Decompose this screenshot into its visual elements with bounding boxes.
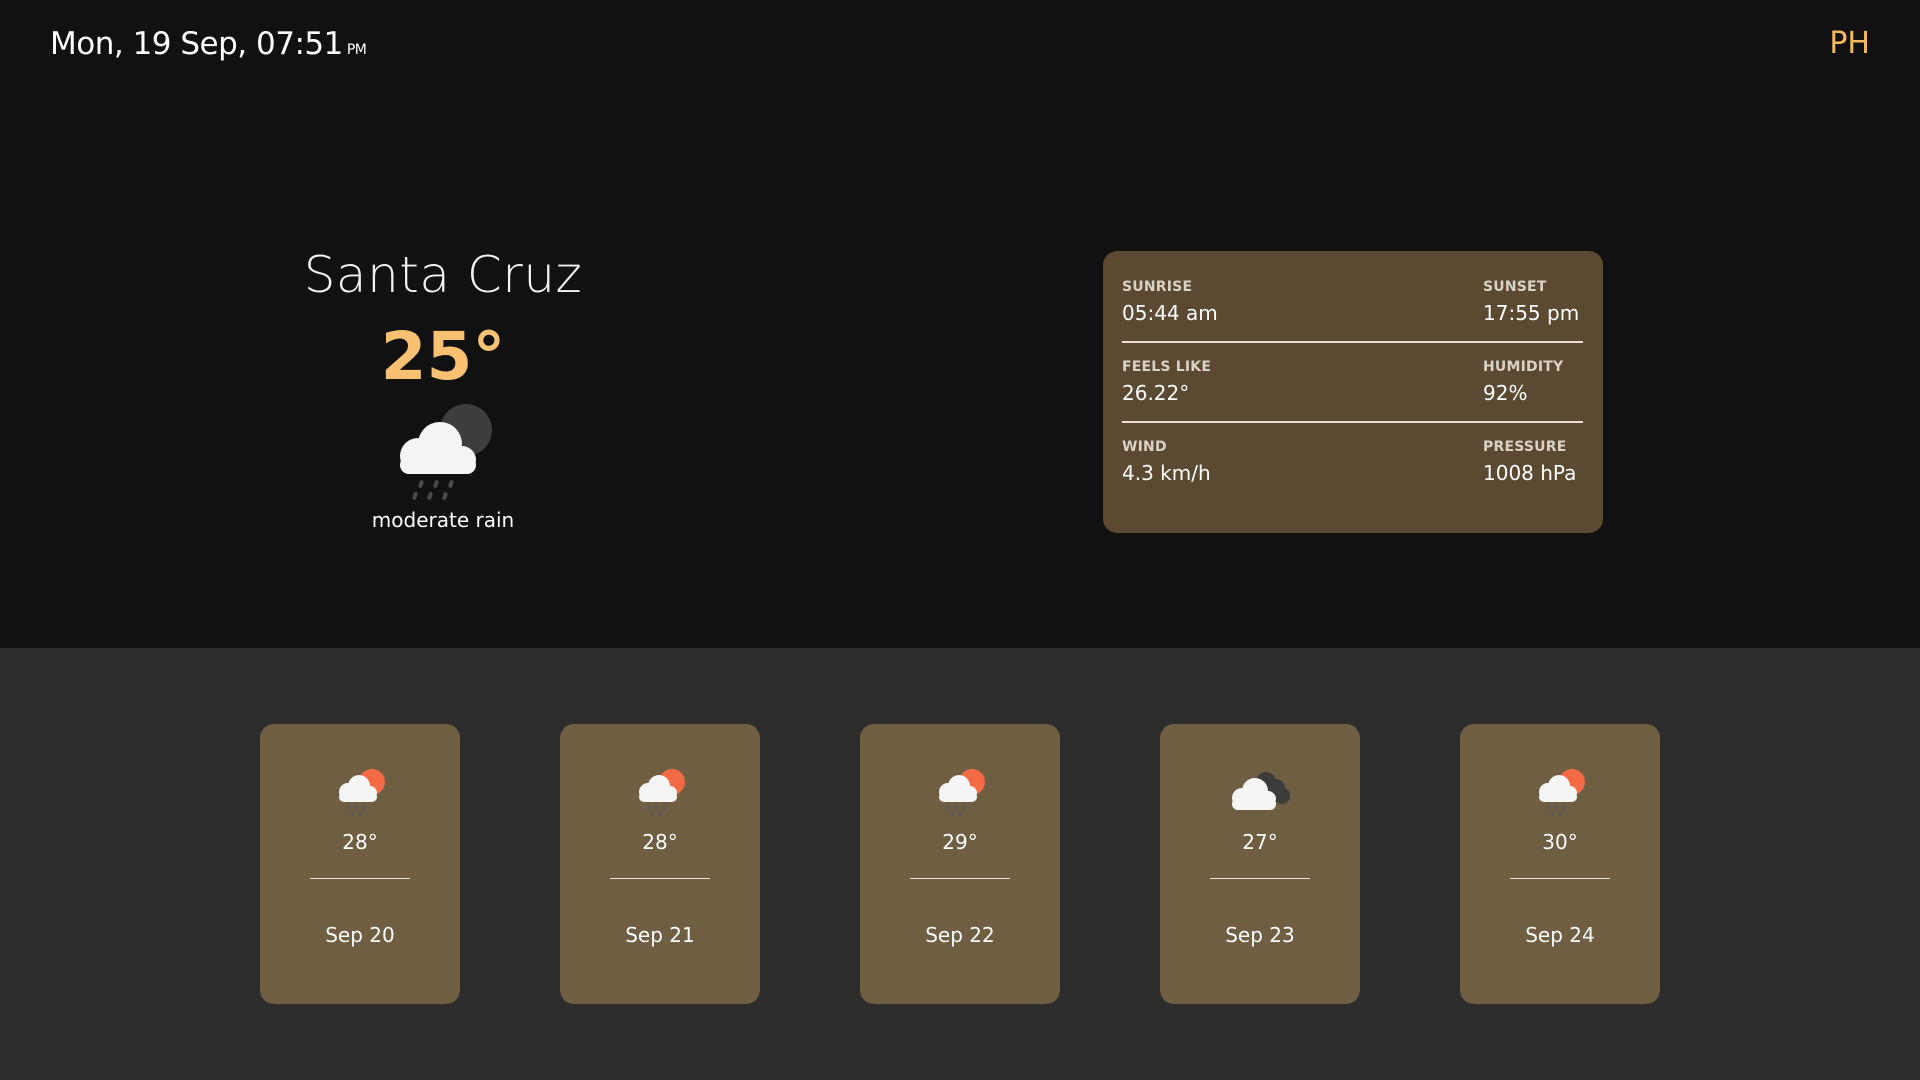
cloud-sun-rain-icon [639, 769, 685, 817]
sunrise-block: SUNRISE 05:44 am [1122, 279, 1353, 341]
datetime-text: Mon, 19 Sep, 07:51 [50, 26, 343, 62]
cloud-sun-rain-icon [939, 769, 985, 817]
sunrise-label: SUNRISE [1122, 279, 1193, 295]
forecast-card[interactable]: 28° Sep 20 [260, 724, 460, 1004]
forecast-date: Sep 21 [625, 923, 695, 947]
forecast-temp: 27° [1242, 830, 1278, 854]
pressure-value: 1008 hPa [1483, 461, 1577, 485]
wind-value: 4.3 km/h [1122, 461, 1211, 485]
forecast-divider [1510, 878, 1610, 879]
details-row-wind: WIND 4.3 km/h PRESSURE 1008 hPa [1122, 423, 1583, 503]
sunset-value: 17:55 pm [1483, 301, 1580, 325]
forecast-temp: 29° [942, 830, 978, 854]
humidity-value: 92% [1483, 381, 1528, 405]
weather-details-panel: SUNRISE 05:44 am SUNSET 17:55 pm FEELS L… [1103, 251, 1603, 533]
forecast-temp: 28° [642, 830, 678, 854]
sunset-label: SUNSET [1483, 279, 1547, 295]
forecast-divider [910, 878, 1010, 879]
current-weather-section: Mon, 19 Sep, 07:51 PM PH Santa Cruz 25° m… [0, 0, 1920, 648]
forecast-card[interactable]: 28° Sep 21 [560, 724, 760, 1004]
cloud-moon-rain-icon [400, 404, 492, 500]
current-summary: Santa Cruz 25° moderate rain [293, 240, 593, 532]
wind-label: WIND [1122, 439, 1167, 455]
cloudy-icon [1232, 772, 1290, 810]
current-temperature: 25° [380, 318, 506, 395]
forecast-date: Sep 20 [325, 923, 395, 947]
city-name: Santa Cruz [303, 246, 583, 304]
forecast-divider [310, 878, 410, 879]
details-row-feel: FEELS LIKE 26.22° HUMIDITY 92% [1122, 343, 1583, 423]
cloud-sun-rain-icon [1539, 769, 1585, 817]
weather-description: moderate rain [371, 508, 515, 532]
forecast-divider [1210, 878, 1310, 879]
forecast-temp: 30° [1542, 830, 1578, 854]
feels-like-value: 26.22° [1122, 381, 1190, 405]
sunset-block: SUNSET 17:55 pm [1483, 279, 1583, 341]
feels-like-block: FEELS LIKE 26.22° [1122, 359, 1353, 421]
humidity-block: HUMIDITY 92% [1483, 359, 1583, 421]
forecast-card[interactable]: 29° Sep 22 [860, 724, 1060, 1004]
sunrise-value: 05:44 am [1122, 301, 1218, 325]
forecast-section: 28° Sep 20 28° Sep 21 29° Sep 22 27° Sep… [0, 648, 1920, 1080]
country-code: PH [1829, 26, 1870, 61]
forecast-divider [610, 878, 710, 879]
details-row-sun: SUNRISE 05:44 am SUNSET 17:55 pm [1122, 263, 1583, 343]
humidity-label: HUMIDITY [1483, 359, 1564, 375]
wind-block: WIND 4.3 km/h [1122, 439, 1353, 503]
cloud-sun-rain-icon [339, 769, 385, 817]
pressure-label: PRESSURE [1483, 439, 1567, 455]
forecast-date: Sep 24 [1525, 923, 1595, 947]
current-datetime: Mon, 19 Sep, 07:51 PM [50, 26, 367, 62]
pressure-block: PRESSURE 1008 hPa [1483, 439, 1583, 503]
forecast-date: Sep 23 [1225, 923, 1295, 947]
forecast-temp: 28° [342, 830, 378, 854]
forecast-date: Sep 22 [925, 923, 995, 947]
feels-like-label: FEELS LIKE [1122, 359, 1212, 375]
forecast-card[interactable]: 27° Sep 23 [1160, 724, 1360, 1004]
forecast-card[interactable]: 30° Sep 24 [1460, 724, 1660, 1004]
ampm-indicator: PM [346, 42, 367, 58]
